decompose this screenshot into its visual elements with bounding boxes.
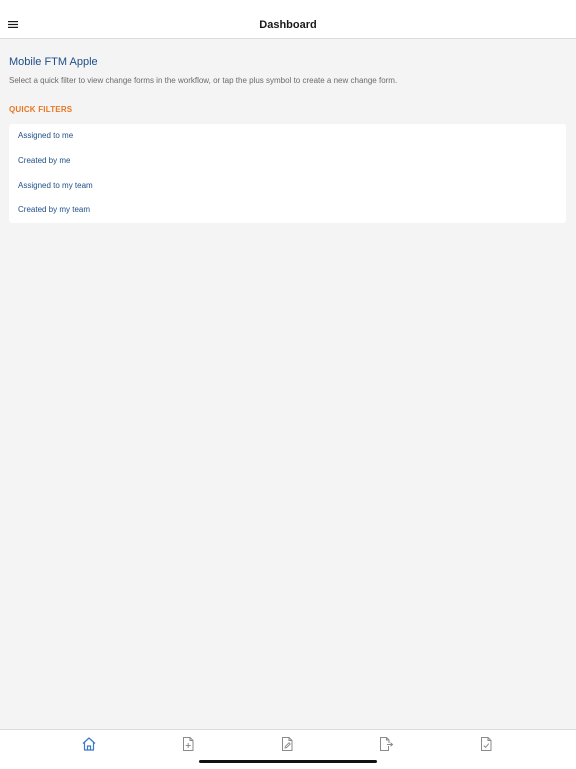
dashboard-description: Select a quick filter to view change for… [9,76,398,85]
document-edit-icon[interactable] [279,736,295,752]
top-navigation-bar: Dashboard [0,0,576,39]
quick-filters-heading: QUICK FILTERS [9,105,73,114]
filter-created-by-me[interactable]: Created by me [18,149,70,173]
app-title: Mobile FTM Apple [9,56,98,68]
document-add-icon[interactable] [180,736,196,752]
home-icon[interactable] [81,736,97,752]
page-title: Dashboard [259,19,317,31]
document-forward-icon[interactable] [378,736,394,752]
filter-assigned-to-my-team[interactable]: Assigned to my team [18,174,93,198]
filter-assigned-to-me[interactable]: Assigned to me [18,124,73,148]
bottom-tab-bar [0,729,576,769]
quick-filters-list: Assigned to me Created by me Assigned to… [9,124,566,223]
filter-created-by-my-team[interactable]: Created by my team [18,198,90,222]
home-indicator [199,760,377,763]
document-check-icon[interactable] [478,736,494,752]
